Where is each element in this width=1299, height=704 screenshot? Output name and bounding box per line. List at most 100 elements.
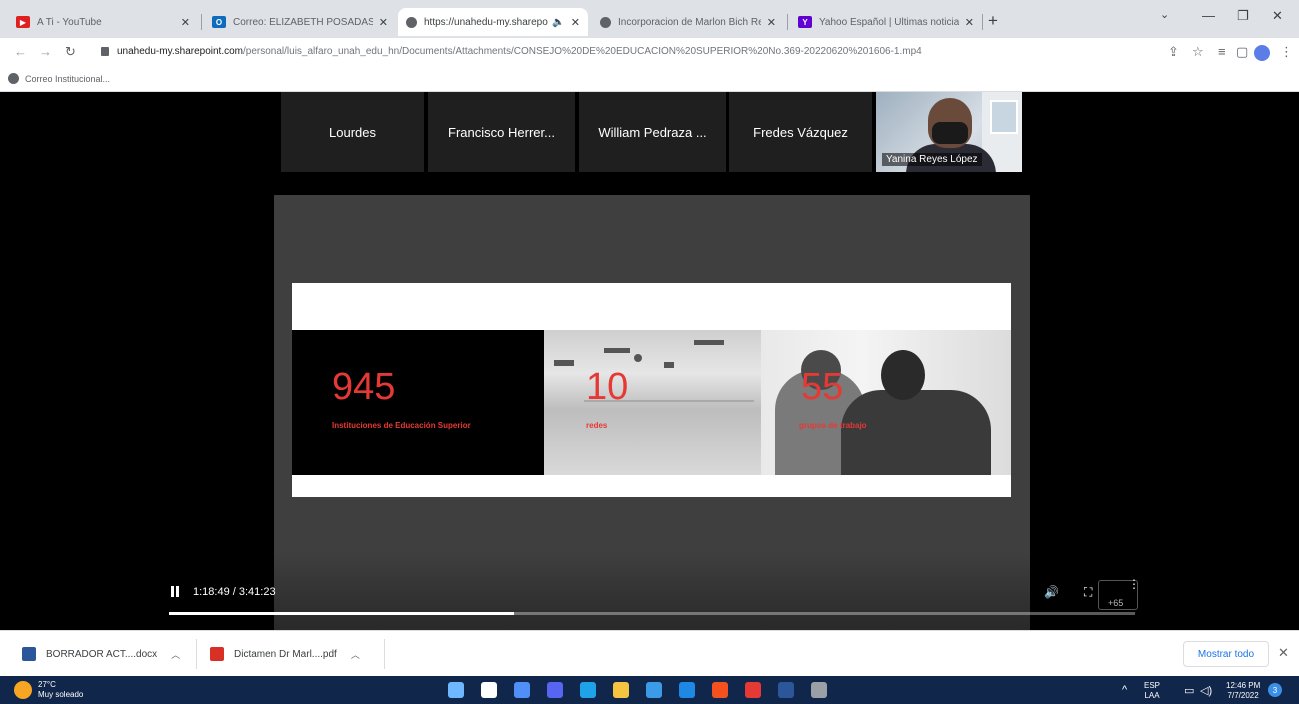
- restore-icon[interactable]: ❐: [1237, 8, 1249, 24]
- forward-arrow-icon[interactable]: →: [39, 44, 52, 59]
- close-icon[interactable]: ✕: [181, 16, 190, 29]
- chevron-down-icon[interactable]: ⌄: [1160, 8, 1169, 21]
- search-icon[interactable]: [481, 682, 497, 698]
- stat-number: 55: [801, 366, 844, 408]
- photos-icon[interactable]: [811, 682, 827, 698]
- speaker-icon[interactable]: ◁): [1200, 684, 1212, 697]
- url-host: unahedu-my.sharepoint.com: [117, 46, 243, 57]
- minimize-icon[interactable]: —: [1202, 8, 1215, 23]
- stat-number: 10: [586, 366, 629, 408]
- clock[interactable]: 12:46 PM 7/7/2022: [1226, 681, 1260, 701]
- globe-icon: [8, 73, 19, 84]
- camera-window: [990, 100, 1018, 134]
- tab-correo[interactable]: O Correo: ELIZABETH POSADAS CE ✕: [204, 8, 396, 36]
- windows-taskbar: 27°C Muy soleado ^ ESP LAA ▭ ◁) 12:46 PM…: [0, 676, 1299, 704]
- tab-title: Yahoo Español | Últimas noticias: [819, 16, 959, 28]
- clock-date: 7/7/2022: [1227, 691, 1259, 700]
- chrome-icon[interactable]: [712, 682, 728, 698]
- stat-label: Instituciones de Educación Superior: [332, 421, 471, 430]
- timecode: 1:18:49 / 3:41:23: [193, 586, 276, 598]
- notification-badge[interactable]: 3: [1268, 683, 1282, 697]
- volume-icon[interactable]: 🔊: [1044, 585, 1059, 599]
- camera-participant-name: Yanina Reyes López: [882, 153, 982, 166]
- photo-shape: [634, 354, 642, 362]
- bookmarks-bar: Correo Institucional...: [0, 68, 1299, 92]
- yahoo-icon: Y: [798, 16, 812, 28]
- close-icon[interactable]: ✕: [767, 16, 776, 29]
- chevron-up-icon[interactable]: ︿: [171, 648, 180, 661]
- download-item[interactable]: BORRADOR ACT....docx ︿: [22, 647, 180, 661]
- camera-person-mask: [932, 122, 968, 144]
- weather-temp: 27°C: [38, 680, 56, 689]
- globe-icon: [406, 16, 417, 28]
- tab-title: https://unahedu-my.sharepo: [424, 16, 548, 28]
- network-icon[interactable]: ▭: [1184, 684, 1194, 697]
- new-tab-plus-icon[interactable]: +: [988, 11, 998, 31]
- youtube-icon: ▶: [16, 16, 30, 28]
- reading-list-icon[interactable]: ≡: [1218, 44, 1226, 59]
- chat-icon[interactable]: [547, 682, 563, 698]
- photo-shape: [664, 362, 674, 368]
- download-item[interactable]: Dictamen Dr Marl....pdf ︿: [210, 647, 360, 661]
- participant-tile: William Pedraza ...: [579, 92, 726, 172]
- chevron-up-icon[interactable]: ^: [1122, 684, 1127, 696]
- photo-person-head: [881, 350, 925, 400]
- slide-panel-photo: 10 redes: [544, 330, 761, 475]
- show-all-button[interactable]: Mostrar todo: [1183, 641, 1269, 667]
- tab-title: A Ti - YouTube: [37, 16, 102, 28]
- close-window-icon[interactable]: ✕: [1272, 8, 1283, 24]
- profile-avatar-icon[interactable]: [1254, 45, 1270, 61]
- speaker-icon[interactable]: 🔈: [552, 17, 564, 28]
- mail-icon[interactable]: [679, 682, 695, 698]
- word-file-icon: [22, 647, 36, 661]
- browser-toolbar: ← → ↻ unahedu-my.sharepoint.com/personal…: [0, 38, 1299, 68]
- close-icon[interactable]: ✕: [965, 16, 974, 29]
- weather-widget[interactable]: 27°C Muy soleado: [38, 680, 83, 700]
- photo-shape: [694, 340, 724, 345]
- bookmark-label: Correo Institucional...: [25, 73, 111, 84]
- start-icon[interactable]: [448, 682, 464, 698]
- tab-youtube[interactable]: ▶ A Ti - YouTube ✕: [8, 8, 198, 36]
- tab-title: Incorporacion de Marlon Bich Re: [618, 16, 761, 28]
- seek-bar[interactable]: [169, 612, 1135, 615]
- download-filename: Dictamen Dr Marl....pdf: [234, 648, 337, 660]
- tab-separator: [787, 14, 788, 30]
- store-icon[interactable]: [646, 682, 662, 698]
- address-bar[interactable]: unahedu-my.sharepoint.com/personal/luis_…: [117, 46, 1017, 57]
- task-view-icon[interactable]: [514, 682, 530, 698]
- lock-icon: [101, 47, 109, 56]
- pause-icon[interactable]: [171, 586, 181, 597]
- kebab-menu-icon[interactable]: ⋮: [1128, 578, 1140, 590]
- chevron-up-icon[interactable]: ︿: [351, 648, 360, 661]
- weather-desc: Muy soleado: [38, 690, 84, 699]
- slide-panel-black: 945 Instituciones de Educación Superior: [292, 330, 544, 475]
- tab-yahoo[interactable]: Y Yahoo Español | Últimas noticias ✕: [790, 8, 982, 36]
- file-explorer-icon[interactable]: [613, 682, 629, 698]
- back-arrow-icon[interactable]: ←: [14, 44, 27, 59]
- kebab-menu-icon[interactable]: ⋮: [1280, 44, 1293, 60]
- word-icon[interactable]: [778, 682, 794, 698]
- tab-sharepoint[interactable]: https://unahedu-my.sharepo 🔈 ✕: [398, 8, 588, 36]
- app-icon[interactable]: [745, 682, 761, 698]
- edge-icon[interactable]: [580, 682, 596, 698]
- participant-name: Francisco Herrer...: [448, 124, 555, 140]
- participant-tile: Lourdes: [281, 92, 424, 172]
- sun-weather-icon[interactable]: [14, 681, 32, 699]
- close-icon[interactable]: ✕: [379, 16, 388, 29]
- seek-bar-progress: [169, 612, 514, 615]
- share-icon[interactable]: ⇪: [1168, 44, 1179, 60]
- clock-time: 12:46 PM: [1226, 681, 1261, 690]
- side-panel-icon[interactable]: ▢: [1236, 44, 1248, 60]
- bookmark-correo[interactable]: Correo Institucional...: [8, 73, 110, 84]
- close-icon[interactable]: ✕: [571, 16, 580, 29]
- star-icon[interactable]: ☆: [1192, 44, 1204, 60]
- video-player[interactable]: Lourdes Francisco Herrer... William Pedr…: [0, 92, 1299, 630]
- slide-panel-photo: 55 grupos de trabajo: [761, 330, 1011, 475]
- language-indicator[interactable]: ESP LAA: [1144, 681, 1160, 701]
- participant-tile: Fredes Vázquez: [729, 92, 872, 172]
- close-icon[interactable]: ✕: [1278, 645, 1289, 661]
- fullscreen-icon[interactable]: ⛶: [1084, 585, 1092, 600]
- reload-icon[interactable]: ↻: [65, 44, 76, 60]
- tab-incorporacion[interactable]: Incorporacion de Marlon Bich Re ✕: [592, 8, 784, 36]
- download-filename: BORRADOR ACT....docx: [46, 648, 158, 660]
